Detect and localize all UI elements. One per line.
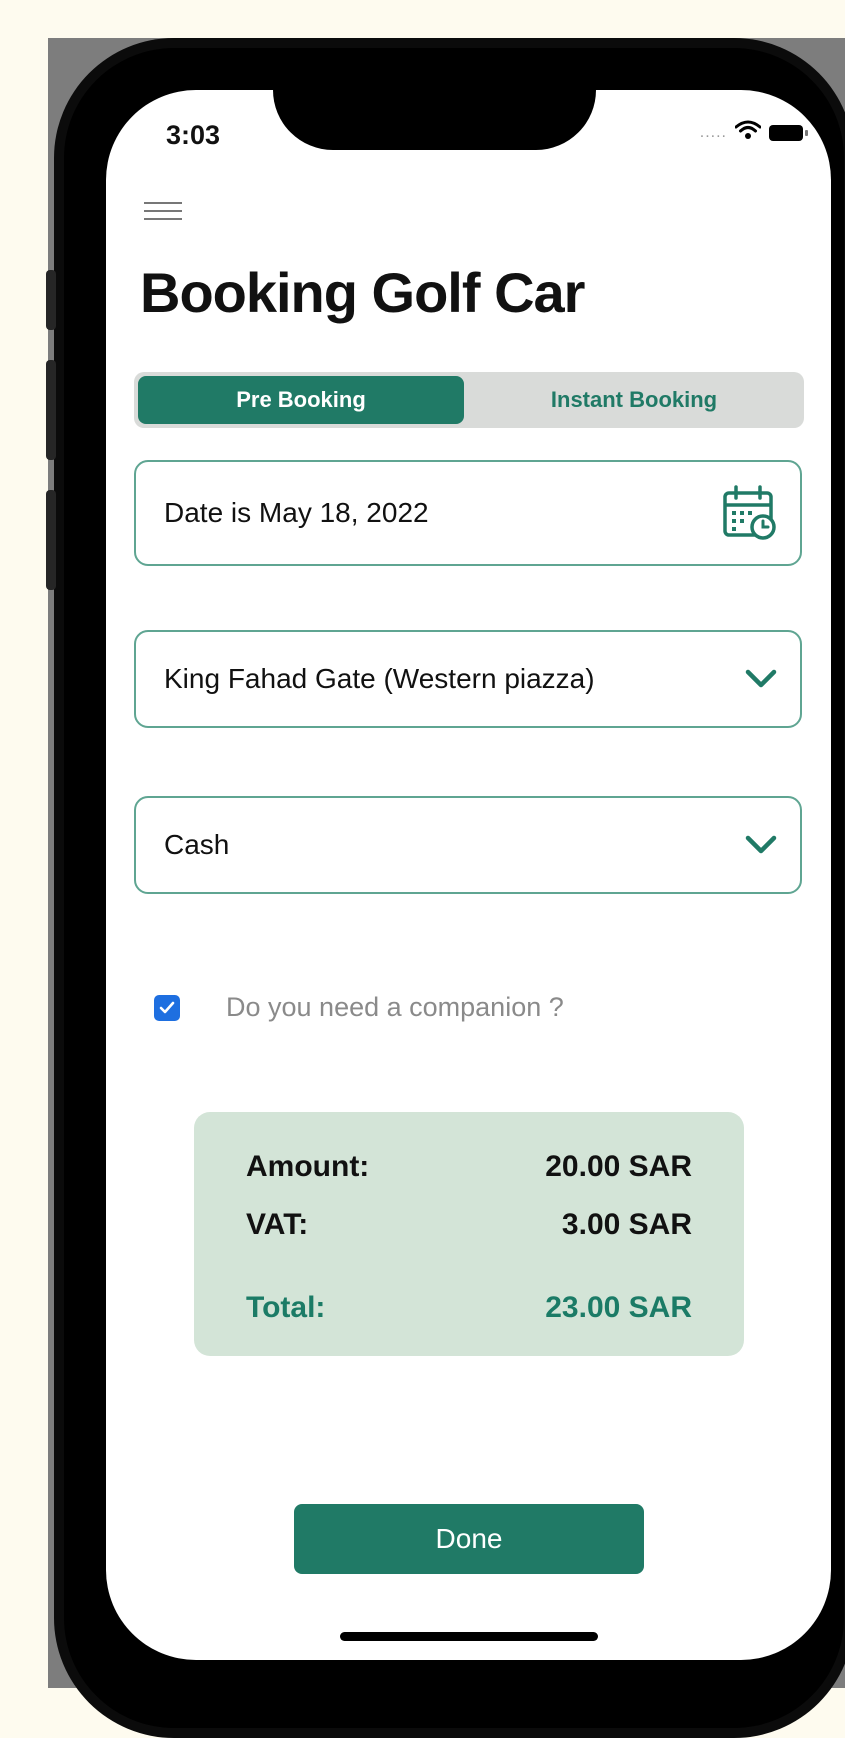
status-icons: ..... <box>699 120 808 145</box>
date-field[interactable]: Date is May 18, 2022 <box>134 460 802 566</box>
done-button[interactable]: Done <box>294 1504 644 1574</box>
vat-label: VAT: <box>246 1208 309 1241</box>
hamburger-menu-icon[interactable] <box>144 202 182 224</box>
tab-pre-booking[interactable]: Pre Booking <box>138 376 464 424</box>
notch <box>273 90 596 150</box>
companion-option: Do you need a companion ? <box>154 992 564 1023</box>
volume-down-button <box>46 490 56 590</box>
checkmark-icon <box>159 1001 175 1013</box>
wifi-icon <box>734 120 762 145</box>
amount-row: Amount: 20.00 SAR <box>246 1150 692 1184</box>
payment-value: Cash <box>164 829 230 860</box>
booking-type-segmented-control: Pre Booking Instant Booking <box>134 372 804 428</box>
companion-checkbox[interactable] <box>154 994 180 1021</box>
price-summary-card: Amount: 20.00 SAR VAT: 3.00 SAR Total: 2… <box>194 1112 744 1356</box>
home-indicator <box>340 1632 598 1641</box>
calendar-clock-icon[interactable] <box>722 484 778 542</box>
battery-icon <box>769 124 808 141</box>
mute-switch <box>46 270 56 330</box>
total-label: Total: <box>246 1291 326 1324</box>
amount-label: Amount: <box>246 1150 370 1183</box>
amount-value: 20.00 SAR <box>545 1150 692 1183</box>
location-select[interactable]: King Fahad Gate (Western piazza) <box>134 630 802 728</box>
total-value: 23.00 SAR <box>545 1291 692 1324</box>
volume-up-button <box>46 360 56 460</box>
page-title: Booking Golf Car <box>140 261 585 324</box>
payment-method-select[interactable]: Cash <box>134 796 802 894</box>
location-value: King Fahad Gate (Western piazza) <box>164 663 595 694</box>
signal-indicator: ..... <box>699 123 727 141</box>
chevron-down-icon[interactable] <box>744 668 778 690</box>
total-row: Total: 23.00 SAR <box>246 1291 692 1325</box>
chevron-down-icon[interactable] <box>744 834 778 856</box>
vat-value: 3.00 SAR <box>561 1208 692 1241</box>
app-screen: 3:03 ..... Booking Golf Car Pre Booking … <box>106 90 831 1660</box>
status-time: 3:03 <box>166 120 221 150</box>
companion-label: Do you need a companion ? <box>226 992 564 1022</box>
vat-row: VAT: 3.00 SAR <box>246 1208 692 1242</box>
date-value: Date is May 18, 2022 <box>164 497 429 528</box>
tab-instant-booking[interactable]: Instant Booking <box>468 376 800 424</box>
